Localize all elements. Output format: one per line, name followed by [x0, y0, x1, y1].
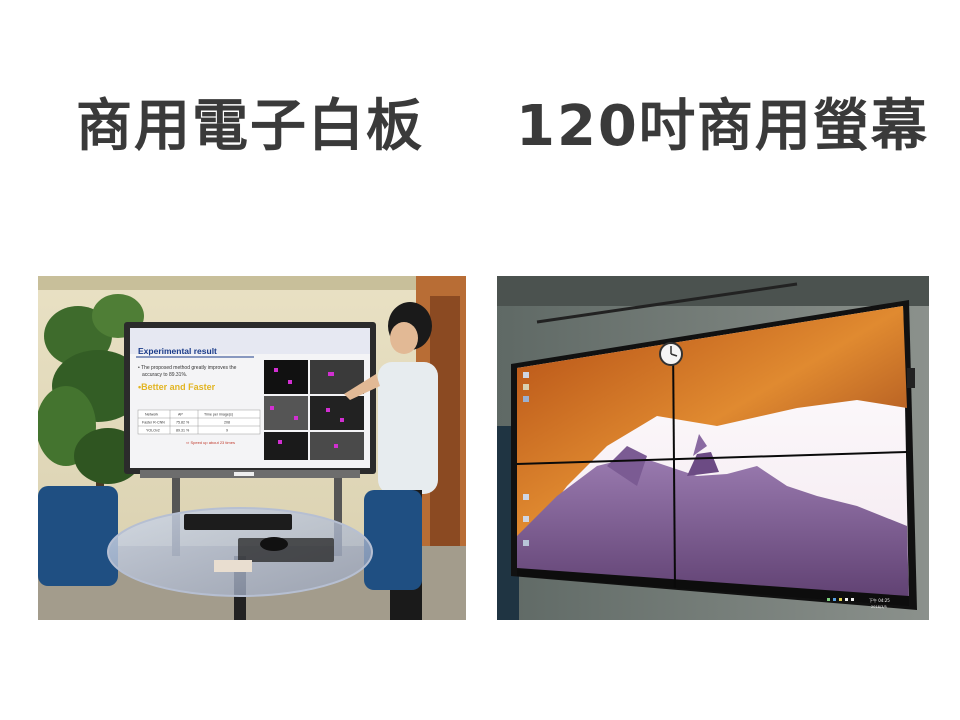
table-cell: 75.82 %	[176, 421, 190, 425]
taskbar-time: 下午 04:25	[869, 597, 890, 603]
table-header-network: Network	[145, 413, 158, 417]
video-wall-scene: 下午 04:25 2018/3/5	[497, 276, 929, 620]
taskbar-date: 2018/3/5	[871, 605, 887, 609]
table-cell: 89.31 %	[176, 429, 190, 433]
table-header-ap: AP	[178, 413, 183, 417]
table-cell: 9	[226, 429, 228, 433]
whiteboard-photo: Experimental result • The proposed metho…	[38, 276, 466, 620]
slide-table: Network AP Time per image(s) Faster R-CN…	[137, 409, 261, 435]
slide-note: ⇨ Speed up about 23 times	[186, 440, 235, 445]
slide-bullet-line-2: accuracy to 89.31%.	[142, 372, 187, 378]
table-cell: 208	[224, 421, 230, 425]
table-header-time: Time per image(s)	[204, 413, 233, 417]
table-cell: Faster R-CNN	[142, 421, 165, 425]
whiteboard-scene: Experimental result • The proposed metho…	[38, 276, 466, 620]
table-cell: YOLOv2	[146, 429, 160, 433]
detection-images	[264, 360, 364, 460]
left-title: 商用電子白板	[76, 94, 424, 159]
right-title: 120吋商用螢幕	[516, 94, 929, 159]
slide-heading: Experimental result	[138, 346, 217, 356]
slide-highlight: •Better and Faster	[138, 382, 216, 392]
clock-widget	[659, 342, 683, 366]
slide-bullet-line-1: • The proposed method greatly improves t…	[138, 365, 237, 371]
video-wall-photo: 下午 04:25 2018/3/5	[497, 276, 929, 620]
